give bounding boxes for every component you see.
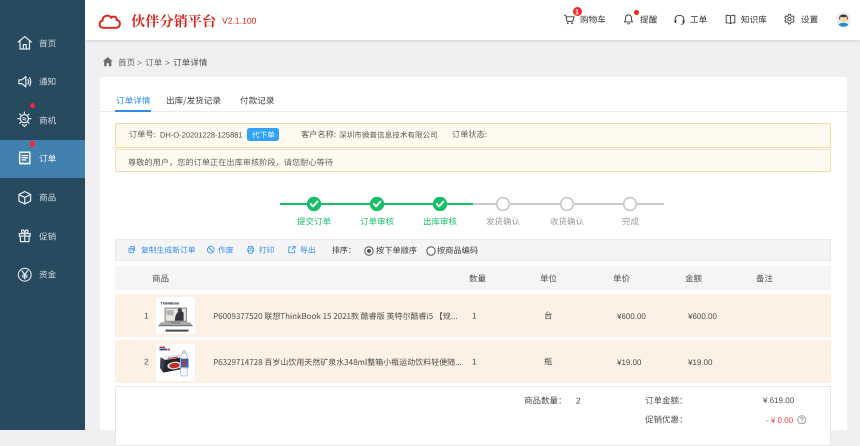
svg-text:ThinkBook: ThinkBook xyxy=(161,302,180,306)
